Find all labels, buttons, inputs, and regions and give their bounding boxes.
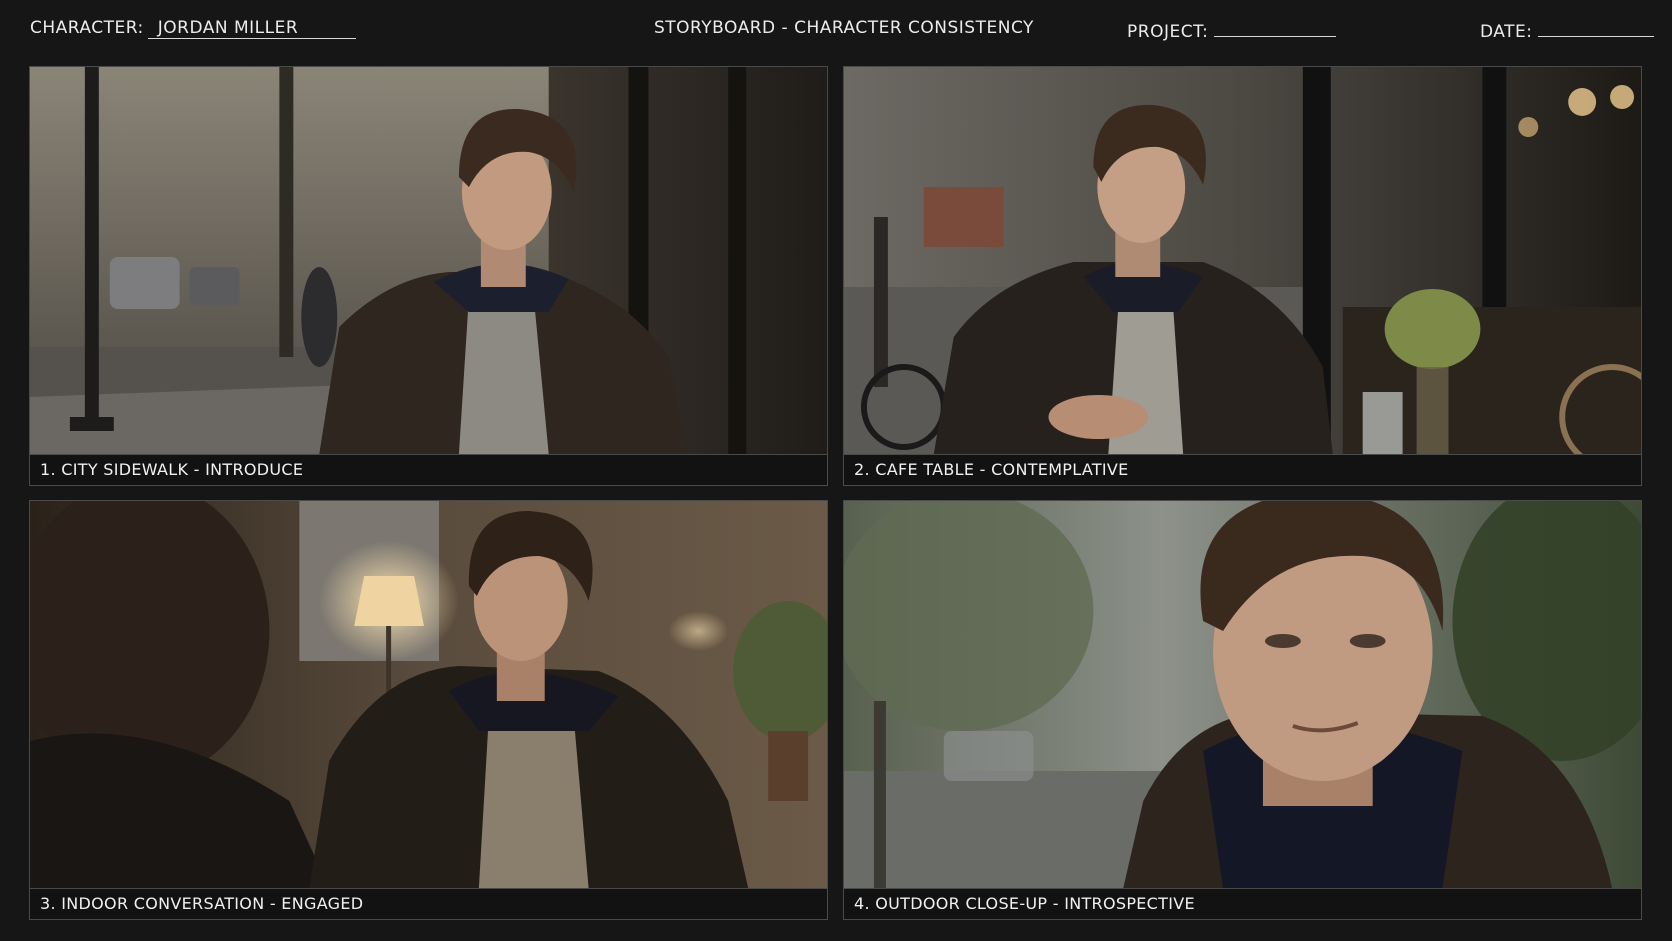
panel-1-image bbox=[30, 67, 827, 455]
project-label: PROJECT: bbox=[1127, 22, 1209, 42]
character-label: CHARACTER: bbox=[30, 18, 144, 38]
project-field: PROJECT: bbox=[1127, 18, 1337, 42]
storyboard-header: CHARACTER: JORDAN MILLER STORYBOARD - CHA… bbox=[0, 0, 1672, 60]
storyboard-panel-3[interactable]: 3. INDOOR CONVERSATION - ENGAGED bbox=[29, 500, 828, 920]
date-input-line[interactable] bbox=[1538, 18, 1655, 37]
date-field: DATE: bbox=[1480, 18, 1655, 42]
character-field: CHARACTER: JORDAN MILLER bbox=[30, 18, 357, 39]
date-label: DATE: bbox=[1480, 22, 1533, 42]
storyboard-panel-4[interactable]: 4. OUTDOOR CLOSE-UP - INTROSPECTIVE bbox=[843, 500, 1642, 920]
storyboard-panel-1[interactable]: 1. CITY SIDEWALK - INTRODUCE bbox=[29, 66, 828, 486]
storyboard-panel-2[interactable]: 2. CAFE TABLE - CONTEMPLATIVE bbox=[843, 66, 1642, 486]
panel-4-caption: 4. OUTDOOR CLOSE-UP - INTROSPECTIVE bbox=[854, 894, 1195, 913]
panel-1-caption: 1. CITY SIDEWALK - INTRODUCE bbox=[40, 460, 304, 479]
project-input-line[interactable] bbox=[1214, 18, 1337, 37]
panel-4-image bbox=[844, 501, 1641, 889]
page-title: STORYBOARD - CHARACTER CONSISTENCY bbox=[654, 18, 1034, 38]
panel-3-caption: 3. INDOOR CONVERSATION - ENGAGED bbox=[40, 894, 364, 913]
panel-2-caption: 2. CAFE TABLE - CONTEMPLATIVE bbox=[854, 460, 1129, 479]
character-name[interactable]: JORDAN MILLER bbox=[147, 18, 357, 39]
panel-2-image bbox=[844, 67, 1641, 455]
panel-3-image bbox=[30, 501, 827, 889]
